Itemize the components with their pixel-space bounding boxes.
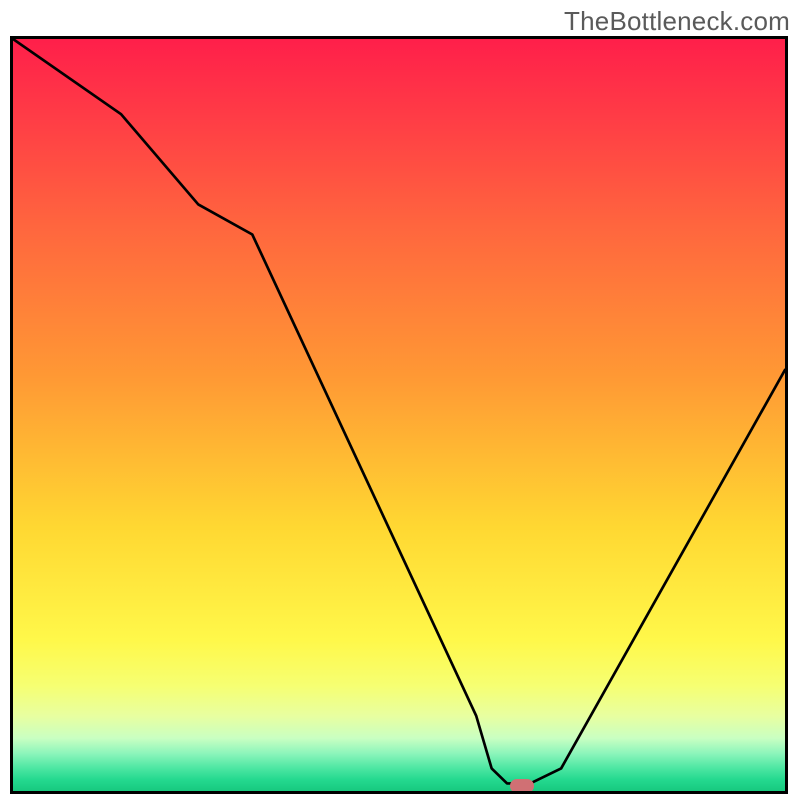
chart-plot-area [10, 36, 788, 794]
chart-line [13, 39, 785, 791]
bottleneck-curve-path [13, 39, 785, 783]
chart-stage: TheBottleneck.com [0, 0, 800, 800]
optimal-marker [510, 779, 534, 793]
watermark-text: TheBottleneck.com [564, 6, 790, 37]
